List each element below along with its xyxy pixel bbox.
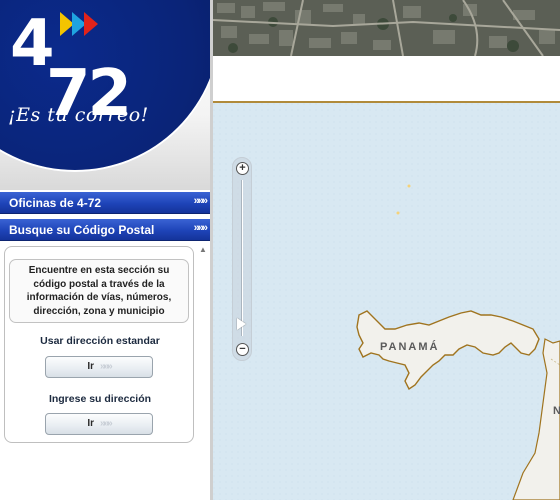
scroll-up-arrow-icon[interactable]: ▲: [197, 243, 209, 257]
postal-code-search-panel: Encuentre en esta sección su código post…: [4, 246, 194, 443]
map-svg: [213, 103, 560, 500]
island-marker: [396, 211, 400, 215]
country-label-panama: PANAMÁ: [380, 341, 440, 353]
chevron-right-icon: »»»: [99, 418, 113, 429]
brand-header: 4 72 ¡Es tu correo!: [0, 0, 212, 190]
chevron-right-icon: »»»: [193, 195, 208, 207]
enter-address-label: Ingrese su dirección: [48, 393, 152, 405]
chevron-right-icon: »»»: [99, 361, 113, 372]
sea-area: [213, 103, 560, 500]
nav-oficinas-label: Oficinas de 4-72: [9, 196, 102, 210]
map-toolbar-strip: [213, 56, 560, 102]
go-button-label: Ir: [87, 418, 94, 429]
aerial-photo-image: [213, 0, 560, 56]
standard-address-go-button[interactable]: Ir »»»: [45, 356, 153, 378]
map-canvas[interactable]: [213, 103, 560, 500]
standard-address-label: Usar dirección estandar: [40, 335, 160, 347]
chevron-right-icon: »»»: [193, 222, 208, 234]
aerial-photo-banner: [213, 0, 560, 56]
island-marker: [407, 184, 411, 188]
country-label-partial: N: [553, 405, 560, 417]
go-button-label: Ir: [87, 361, 94, 372]
zoom-slider-thumb[interactable]: [237, 317, 246, 330]
zoom-control: + −: [232, 157, 252, 361]
nav-oficinas[interactable]: Oficinas de 4-72 »»»: [0, 192, 212, 214]
zoom-out-icon[interactable]: −: [236, 343, 249, 356]
chevron-red-icon: [84, 12, 98, 36]
left-panel: 4 72 ¡Es tu correo! Oficinas de 4-72 »»»…: [0, 0, 212, 500]
search-intro-text: Encuentre en esta sección su código post…: [9, 259, 189, 323]
nav-busque-codigo[interactable]: Busque su Código Postal »»»: [0, 219, 212, 241]
zoom-slider-track[interactable]: [241, 180, 243, 336]
logo-chevrons-icon: [60, 12, 98, 36]
brand-slogan: ¡Es tu correo!: [8, 104, 149, 126]
enter-address-go-button[interactable]: Ir »»»: [45, 413, 153, 435]
nav-busque-label: Busque su Código Postal: [9, 223, 155, 237]
zoom-in-icon[interactable]: +: [236, 162, 249, 175]
